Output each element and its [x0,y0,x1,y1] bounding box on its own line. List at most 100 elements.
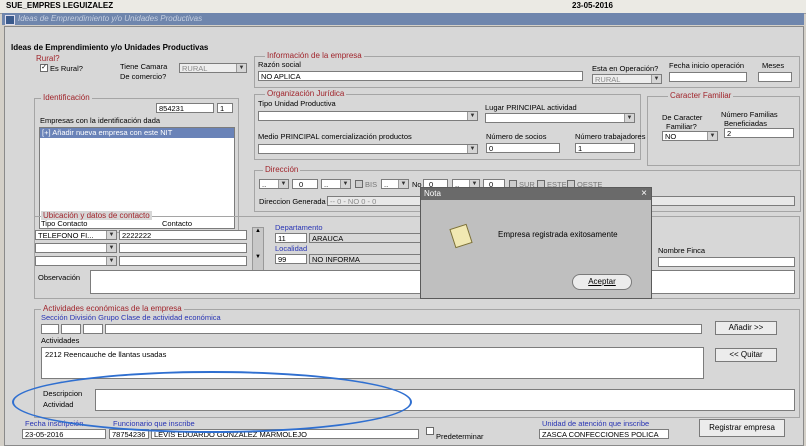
contacto-input-3[interactable] [119,256,247,266]
meses-label: Meses [762,61,785,70]
juridica-section: Organización Jurídica Tipo Unidad Produc… [254,89,645,160]
tipo-contacto-combo-3[interactable]: ▼ [35,256,117,266]
seccion-input[interactable] [41,324,59,334]
nombre-finca-input[interactable] [658,257,795,267]
registrar-empresa-button[interactable]: Registrar empresa [699,419,785,437]
tipo-unidad-combo[interactable]: ▼ [258,111,478,121]
dialog-title-bar: Nota × [421,188,651,200]
letra-combo[interactable]: .. ▼ [321,179,351,189]
chevron-down-icon[interactable]: ▼ [340,180,350,188]
medio-label: Medio PRINCIPAL comercialización product… [258,132,412,141]
predeterminar-checkbox[interactable] [426,427,434,435]
chevron-down-icon[interactable]: ▼ [278,180,288,188]
operacion-label: Esta en Operación? [592,64,659,73]
meses-input[interactable] [758,72,792,82]
contacto-input[interactable]: 2222222 [119,230,247,240]
form-heading: Ideas de Emprendimiento y/o Unidades Pro… [11,43,209,52]
close-icon[interactable]: × [641,188,647,200]
scroll-down-icon[interactable]: ▼ [253,254,263,260]
trabajadores-label: Número trabajadores [575,132,646,141]
note-icon [449,223,473,249]
app-icon [5,15,15,25]
add-empresa-item[interactable]: [+] Añadir nueva empresa con este NIT [40,128,234,138]
tipo-unidad-label: Tipo Unidad Productiva [258,99,336,108]
lugar-label: Lugar PRINCIPAL actividad [485,103,577,112]
highlight-oval [12,371,412,433]
scroll-up-icon[interactable]: ▲ [253,228,263,234]
predeterminar-label: Predeterminar [436,432,484,441]
nombre-finca-label: Nombre Finca [658,246,706,255]
caracter-label-2: Familiar? [666,122,697,131]
tipo-contacto-combo-2[interactable]: ▼ [35,243,117,253]
departamento-code[interactable]: 11 [275,233,307,243]
camara-combo[interactable]: RURAL ▼ [179,63,247,73]
add-activity-button[interactable]: Añadir >> [715,321,777,335]
chevron-down-icon[interactable]: ▼ [236,64,246,72]
via-tipo-combo[interactable]: .. ▼ [259,179,289,189]
socios-input[interactable]: 0 [486,143,560,153]
bis-label: BIS [365,180,378,189]
razon-social-label: Razón social [258,60,301,69]
familias-label-1: Número Familias [721,110,778,119]
fecha-inicio-input[interactable] [669,72,747,82]
observacion-label: Observación [38,273,81,282]
juridica-legend: Organización Jurídica [265,89,347,98]
chevron-down-icon[interactable]: ▼ [651,75,661,83]
grupo-input[interactable] [83,324,103,334]
medio-combo[interactable]: ▼ [258,144,478,154]
caracter-familiar-combo[interactable]: NO ▼ [662,131,718,141]
es-rural-checkbox[interactable]: ✓ [40,64,48,72]
localidad-name: NO INFORMA [309,254,421,264]
remove-activity-button[interactable]: << Quitar [715,348,777,362]
chevron-down-icon[interactable]: ▼ [467,145,477,153]
contacto-input-2[interactable] [119,243,247,253]
chevron-down-icon[interactable]: ▼ [106,231,116,239]
division-input[interactable] [61,324,81,334]
departamento-name: ARAUCA [309,233,421,243]
chevron-down-icon[interactable]: ▼ [624,114,634,122]
caracter-label-1: De Caracter [662,113,703,122]
chevron-down-icon[interactable]: ▼ [707,132,717,140]
aceptar-button[interactable]: Aceptar [572,274,632,290]
empresa-section: Información de la empresa Razón social N… [254,51,800,88]
dialog-message: Empresa registrada exitosamente [498,230,618,239]
chevron-down-icon[interactable]: ▼ [398,180,408,188]
session-date: 23-05-2016 [572,1,613,10]
nit-input[interactable]: 854231 [156,103,214,113]
session-user: SUE_EMPRES LEGUIZALEZ [6,1,114,10]
empresas-label: Empresas con la identificación dada [40,116,161,125]
familiar-legend: Caracter Familiar [668,91,734,100]
cuadrante-combo[interactable]: .. ▼ [381,179,409,189]
familias-input[interactable]: 2 [724,128,794,138]
chevron-down-icon[interactable]: ▼ [106,244,116,252]
localidad-code[interactable]: 99 [275,254,307,264]
chevron-down-icon[interactable]: ▼ [467,112,477,120]
clase-actividad-input[interactable] [105,324,702,334]
fecha-inicio-label: Fecha inicio operación [669,61,745,70]
departamento-label: Departamento [275,223,323,232]
contacto-label: Contacto [162,219,193,228]
direccion-legend: Dirección [263,165,301,174]
actividades-header: Sección División Grupo Clase de activida… [41,313,221,322]
contacto-scrollbar[interactable]: ▲ ▼ [252,227,264,271]
razon-social-input[interactable]: NO APLICA [258,71,583,81]
window-title-bar: Ideas de Emprendimiento y/o Unidades Pro… [2,13,804,25]
operacion-combo[interactable]: RURAL ▼ [592,74,662,84]
lugar-combo[interactable]: ▼ [485,113,635,123]
nota-dialog: Nota × Empresa registrada exitosamente A… [420,187,652,299]
bis-checkbox[interactable] [355,180,363,188]
via-numero-input[interactable]: 0 [292,179,318,189]
actividad-item[interactable]: 2212 Reencauche de llantas usadas [42,348,703,361]
unidad-input[interactable]: ZASCA CONFECCIONES POLICA [539,429,669,439]
fecha-inscripcion-input[interactable]: 23-05-2016 [22,429,106,439]
tipo-contacto-label: Tipo Contacto [41,219,88,228]
trabajadores-input[interactable]: 1 [575,143,635,153]
tipo-contacto-combo[interactable]: TELEFONO FI... ▼ [35,230,117,240]
window-title: Ideas de Emprendimiento y/o Unidades Pro… [18,14,203,23]
dv-input[interactable]: 1 [217,103,233,113]
chevron-down-icon[interactable]: ▼ [106,257,116,265]
es-rural-label: Es Rural? [50,64,83,73]
rural-legend: Rural? [34,54,62,63]
camara-label-1: Tiene Camara [120,62,168,71]
actividades-legend: Actividades económicas de la empresa [41,304,184,313]
